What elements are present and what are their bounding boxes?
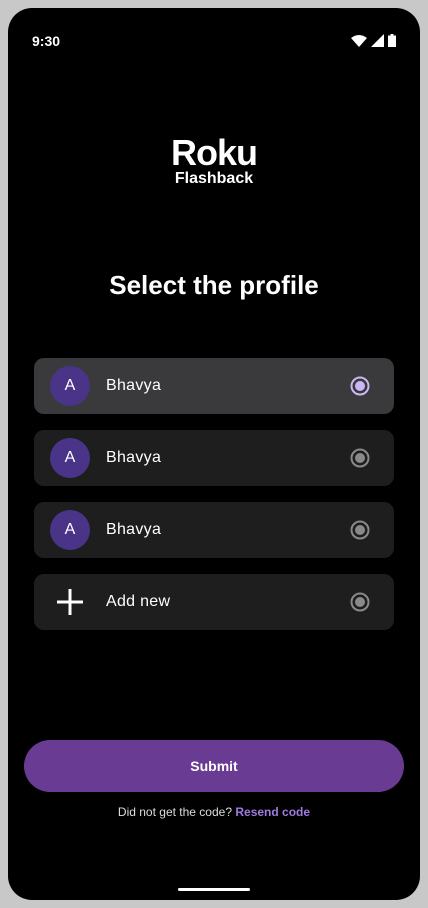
app-logo: Roku Flashback xyxy=(8,132,420,188)
resend-prompt: Did not get the code? xyxy=(117,805,233,819)
profile-name: Bhavya xyxy=(106,521,162,538)
radio-unselected-icon[interactable] xyxy=(350,592,370,612)
profile-item[interactable]: A Bhavya xyxy=(34,358,394,414)
submit-button[interactable]: Submit xyxy=(24,740,404,792)
resend-row: Did not get the code? Resend code xyxy=(8,805,420,819)
battery-icon xyxy=(388,34,396,52)
radio-unselected-icon[interactable] xyxy=(350,520,370,540)
resend-code-link[interactable]: Resend code xyxy=(235,805,310,819)
avatar: A xyxy=(50,366,90,406)
avatar: A xyxy=(50,438,90,478)
add-new-item[interactable]: Add new xyxy=(34,574,394,630)
status-icons xyxy=(351,34,396,52)
logo-brand: Roku xyxy=(171,132,258,173)
profile-list: A Bhavya A Bhavya A Bhavya Add new xyxy=(34,358,394,646)
wifi-icon xyxy=(351,34,367,52)
profile-item[interactable]: A Bhavya xyxy=(34,502,394,558)
profile-item[interactable]: A Bhavya xyxy=(34,430,394,486)
profile-name: Bhavya xyxy=(106,377,162,394)
status-time: 9:30 xyxy=(32,33,61,49)
avatar: A xyxy=(50,510,90,550)
add-new-label: Add new xyxy=(106,593,171,610)
logo-product: Flashback xyxy=(174,170,254,187)
radio-unselected-icon[interactable] xyxy=(350,448,370,468)
signal-icon xyxy=(371,34,384,52)
page-title: Select the profile xyxy=(109,270,319,300)
plus-icon xyxy=(50,582,90,622)
profile-name: Bhavya xyxy=(106,449,162,466)
radio-selected-icon[interactable] xyxy=(350,376,370,396)
phone-screen: 9:30 Roku Flashback Select the profile A… xyxy=(8,8,420,900)
status-bar: 9:30 xyxy=(8,8,420,56)
home-indicator[interactable] xyxy=(178,888,250,891)
